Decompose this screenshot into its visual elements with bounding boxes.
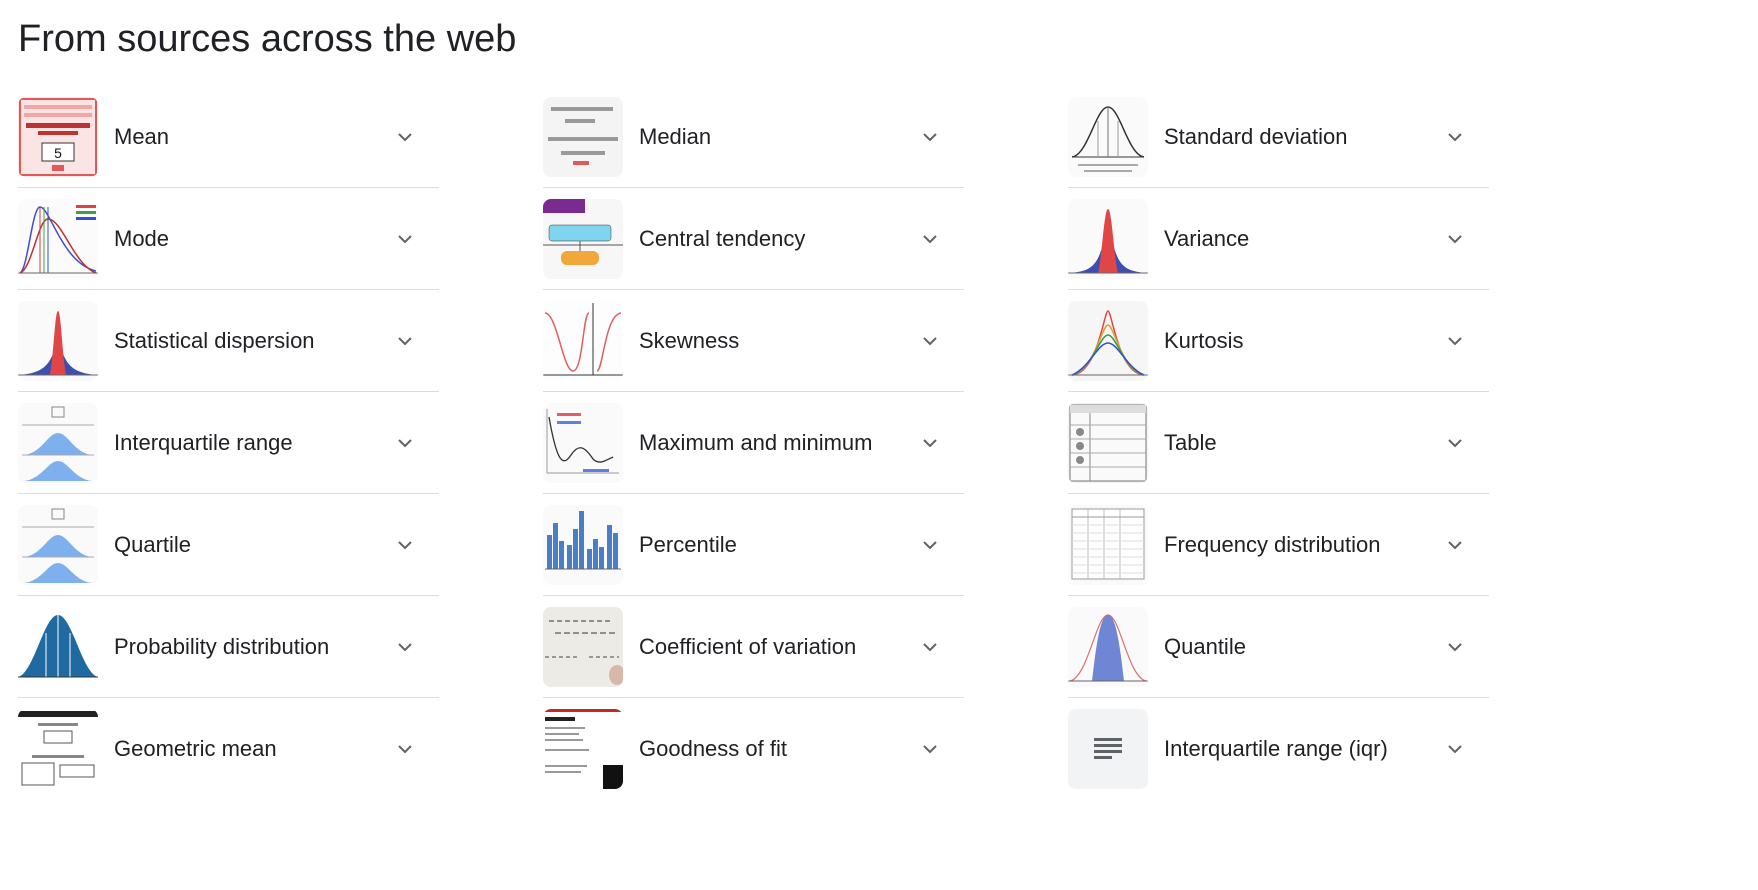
topic-item-maximum-and-minimum[interactable]: Maximum and minimum [543,392,964,494]
skewness-thumbnail [543,300,623,381]
topic-label: Probability distribution [114,633,330,659]
topic-label: Maximum and minimum [639,429,873,455]
topic-label: Kurtosis [1164,327,1244,353]
topic-label: Goodness of fit [639,736,787,761]
topic-item-kurtosis[interactable]: Kurtosis [1068,290,1489,392]
chevron-down-icon[interactable] [393,635,417,659]
geometric-mean-thumbnail [18,709,98,789]
topic-item-mode[interactable]: Mode [18,188,439,290]
topic-item-table[interactable]: Table [1068,392,1489,494]
median-thumbnail [543,96,623,177]
topic-item-goodness-of-fit[interactable]: Goodness of fit [543,698,964,800]
topic-item-interquartile-range[interactable]: Interquartile range [18,392,439,494]
topic-item-variance[interactable]: Variance [1068,188,1489,290]
topic-label: Table [1164,429,1217,455]
topic-item-standard-deviation[interactable]: Standard deviation [1068,86,1489,188]
notes-icon [1068,709,1148,789]
chevron-down-icon[interactable] [1443,227,1467,251]
chevron-down-icon[interactable] [918,635,942,659]
topic-label: Variance [1164,225,1250,251]
topic-label: Central tendency [639,225,806,251]
chevron-down-icon[interactable] [1443,635,1467,659]
topic-label: Coefficient of variation [639,633,857,659]
standard-deviation-thumbnail [1068,96,1148,177]
mode-thumbnail [18,198,98,279]
topic-item-frequency-distribution[interactable]: Frequency distribution [1068,494,1489,596]
chevron-down-icon[interactable] [1443,125,1467,149]
chevron-down-icon[interactable] [393,227,417,251]
topic-item-geometric-mean[interactable]: Geometric mean [18,698,439,800]
chevron-down-icon[interactable] [918,329,942,353]
table-thumbnail [1068,402,1148,483]
topic-label: Skewness [639,327,740,353]
dispersion-thumbnail [18,300,98,381]
variance-thumbnail [1068,198,1148,279]
section-heading: From sources across the web [18,18,517,60]
topic-label: Quartile [114,531,192,557]
frequency-thumbnail [1068,504,1148,585]
topic-item-statistical-dispersion[interactable]: Statistical dispersion [18,290,439,392]
topic-item-quantile[interactable]: Quantile [1068,596,1489,698]
topic-item-median[interactable]: Median [543,86,964,188]
interquartile-thumbnail [18,402,98,483]
chevron-down-icon[interactable] [393,431,417,455]
topic-label: Standard deviation [1164,123,1348,149]
chevron-down-icon[interactable] [1443,533,1467,557]
topic-label: Median [639,123,712,149]
chevron-down-icon[interactable] [1443,737,1467,761]
chevron-down-icon[interactable] [918,737,942,761]
max-min-thumbnail [543,402,623,483]
topic-label: Frequency distribution [1164,531,1381,557]
topic-label: Interquartile range [114,429,293,455]
chevron-down-icon[interactable] [918,431,942,455]
chevron-down-icon[interactable] [1443,329,1467,353]
quartile-thumbnail [18,504,98,585]
topic-item-skewness[interactable]: Skewness [543,290,964,392]
chevron-down-icon[interactable] [918,227,942,251]
chevron-down-icon[interactable] [393,329,417,353]
topic-label: Interquartile range (iqr) [1164,736,1388,761]
kurtosis-thumbnail [1068,300,1148,381]
topic-item-mean[interactable]: 5 Mean [18,86,439,188]
topic-label: Percentile [639,531,737,557]
quantile-thumbnail [1068,606,1148,687]
percentile-thumbnail [543,504,623,585]
topic-item-probability-distribution[interactable]: Probability distribution [18,596,439,698]
topic-item-central-tendency[interactable]: Central tendency [543,188,964,290]
topic-label: Statistical dispersion [114,327,315,353]
svg-text:5: 5 [54,145,62,161]
topic-item-coefficient-of-variation[interactable]: Coefficient of variation [543,596,964,698]
topic-item-percentile[interactable]: Percentile [543,494,964,596]
goodness-of-fit-thumbnail [543,709,623,789]
topic-item-quartile[interactable]: Quartile [18,494,439,596]
central-tendency-thumbnail [543,198,623,279]
topic-label: Mode [114,225,170,251]
coefficient-thumbnail [543,606,623,687]
topic-label: Geometric mean [114,736,277,761]
topic-label: Mean [114,123,170,149]
topic-label: Quantile [1164,633,1246,659]
chevron-down-icon[interactable] [393,737,417,761]
mean-thumbnail: 5 [18,96,98,177]
probability-thumbnail [18,606,98,687]
chevron-down-icon[interactable] [1443,431,1467,455]
chevron-down-icon[interactable] [393,533,417,557]
chevron-down-icon[interactable] [918,125,942,149]
topic-item-interquartile-range-iqr[interactable]: Interquartile range (iqr) [1068,698,1489,800]
topics-grid: 5 Mean Median Standard deviation Mode Ce… [18,86,1489,800]
chevron-down-icon[interactable] [918,533,942,557]
chevron-down-icon[interactable] [393,125,417,149]
